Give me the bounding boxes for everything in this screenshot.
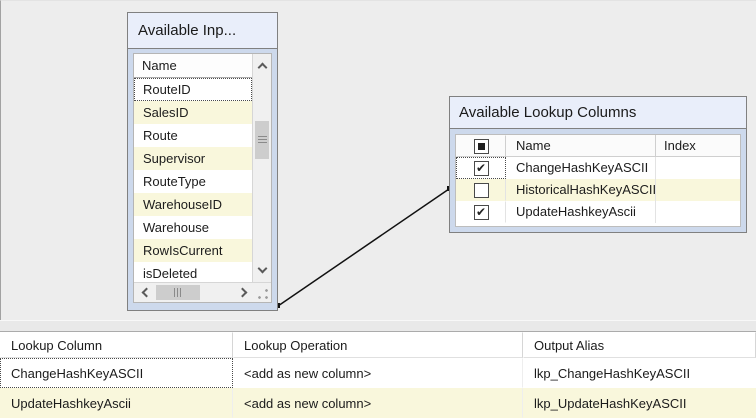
chevron-left-icon [141, 288, 151, 298]
lookup-index-column-header: Index [656, 135, 740, 157]
chevron-right-icon [237, 288, 247, 298]
lookup-row-checkbox-cell: ✔ [456, 201, 506, 223]
lookup-column-row[interactable]: ✔ UpdateHashkeyAscii [456, 201, 740, 223]
horizontal-scroll-thumb[interactable] [156, 285, 200, 300]
lookup-row-checkbox-cell [456, 179, 506, 201]
lookup-editor-screen: Available Inp... Name RouteIDSalesIDRout… [0, 0, 756, 420]
unchecked-checkbox[interactable] [474, 183, 489, 198]
input-column-row[interactable]: Warehouse [134, 216, 252, 239]
lookup-column-cell[interactable]: ChangeHashKeyASCII [0, 358, 233, 388]
checked-checkbox[interactable]: ✔ [474, 161, 489, 176]
checked-checkbox[interactable]: ✔ [474, 205, 489, 220]
lookup-operation-cell[interactable]: <add as new column> [233, 358, 523, 388]
available-lookup-columns-panel: Available Lookup Columns Name Index ✔ Cha… [449, 96, 747, 233]
input-column-row[interactable]: WarehouseID [134, 193, 252, 216]
checkmark-icon: ✔ [476, 206, 486, 218]
output-alias-header: Output Alias [523, 332, 756, 358]
horizontal-scroll-track[interactable] [154, 283, 234, 302]
scroll-left-button[interactable] [134, 283, 154, 302]
input-column-row[interactable]: RouteID [134, 78, 252, 101]
scroll-up-button[interactable] [253, 54, 271, 77]
horizontal-scrollbar[interactable] [134, 282, 271, 302]
vertical-scroll-track[interactable] [253, 77, 271, 259]
lookup-name-column-header: Name [506, 135, 656, 157]
grip-lines-icon [258, 136, 267, 144]
input-column-row[interactable]: Route [134, 124, 252, 147]
lookup-column-row[interactable]: HistoricalHashKeyASCII [456, 179, 740, 201]
resize-grip-icon [257, 288, 269, 300]
input-columns-name-header: Name [134, 54, 252, 78]
lookup-operation-header: Lookup Operation [233, 332, 523, 358]
diagram-canvas: Available Inp... Name RouteIDSalesIDRout… [0, 0, 756, 320]
lookup-columns-header-row: Name Index [456, 135, 740, 157]
chevron-down-icon [257, 264, 267, 274]
lookup-column-name[interactable]: UpdateHashkeyAscii [506, 201, 656, 223]
checkmark-icon: ✔ [476, 162, 486, 174]
output-alias-cell[interactable]: lkp_ChangeHashKeyASCII [523, 358, 756, 388]
input-column-row[interactable]: RouteType [134, 170, 252, 193]
scroll-down-button[interactable] [253, 259, 271, 282]
canvas-table-divider [0, 320, 756, 332]
input-columns-list: Name RouteIDSalesIDRouteSupervisorRouteT… [133, 53, 272, 303]
vertical-scrollbar[interactable] [252, 54, 271, 282]
lookup-mapping-table: Lookup Column Lookup Operation Output Al… [0, 332, 756, 420]
scroll-right-button[interactable] [234, 283, 254, 302]
lookup-column-index [656, 179, 740, 201]
filled-square-icon [478, 143, 485, 150]
lookup-columns-list: Name Index ✔ ChangeHashKeyASCIIHistorical… [455, 134, 741, 227]
mapping-table-row: ChangeHashKeyASCII<add as new column>lkp… [0, 358, 756, 388]
lookup-column-cell[interactable]: UpdateHashkeyAscii [0, 388, 233, 418]
chevron-up-icon [257, 63, 267, 73]
lookup-column-row[interactable]: ✔ ChangeHashKeyASCII [456, 157, 740, 179]
mapping-table-row: UpdateHashkeyAscii<add as new column>lkp… [0, 388, 756, 418]
input-column-row[interactable]: SalesID [134, 101, 252, 124]
lookup-row-checkbox-cell: ✔ [456, 157, 506, 179]
output-alias-cell[interactable]: lkp_UpdateHashKeyASCII [523, 388, 756, 418]
input-column-row[interactable]: Supervisor [134, 147, 252, 170]
input-column-row[interactable]: isDeleted [134, 262, 252, 282]
grip-lines-icon [174, 288, 183, 297]
panel-resize-grip[interactable] [254, 283, 271, 302]
lookup-column-name[interactable]: HistoricalHashKeyASCII [506, 179, 656, 201]
lookup-column-index [656, 201, 740, 223]
available-input-columns-panel: Available Inp... Name RouteIDSalesIDRout… [127, 12, 278, 311]
available-input-columns-title[interactable]: Available Inp... [128, 13, 277, 49]
mapping-table-header-row: Lookup Column Lookup Operation Output Al… [0, 332, 756, 358]
lookup-operation-cell[interactable]: <add as new column> [233, 388, 523, 418]
lookup-column-index [656, 157, 740, 179]
lookup-column-name[interactable]: ChangeHashKeyASCII [506, 157, 656, 179]
select-all-checkbox[interactable] [474, 139, 489, 154]
select-all-checkbox-cell [456, 135, 506, 157]
lookup-column-header: Lookup Column [0, 332, 233, 358]
input-column-row[interactable]: RowIsCurrent [134, 239, 252, 262]
available-lookup-columns-title[interactable]: Available Lookup Columns [450, 97, 746, 129]
vertical-scroll-thumb[interactable] [255, 121, 269, 159]
